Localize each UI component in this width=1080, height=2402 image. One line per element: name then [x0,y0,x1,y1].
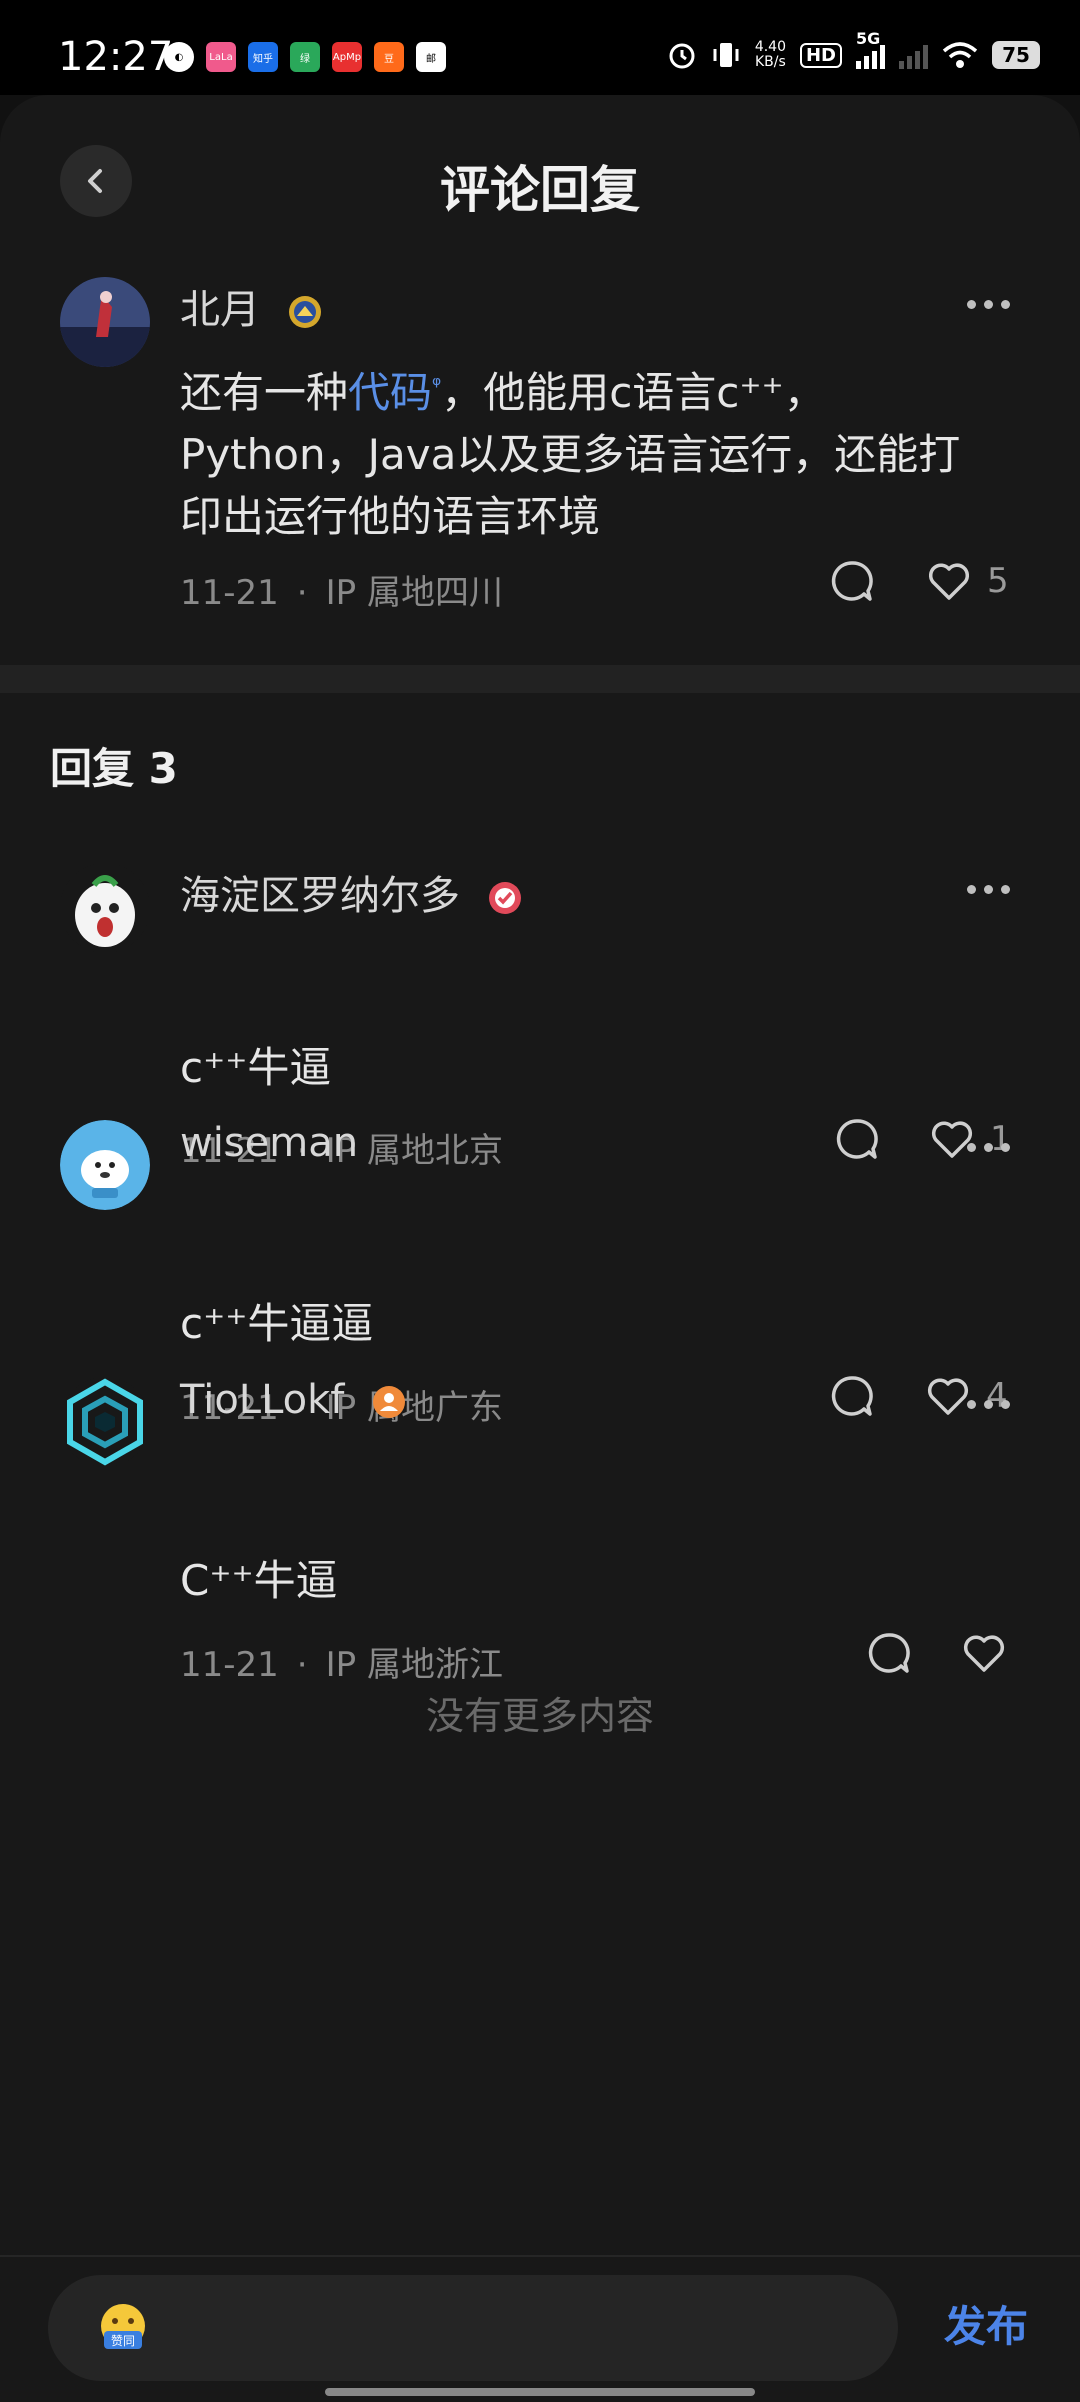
more-options-button[interactable] [967,1400,1010,1409]
reply-text: c⁺⁺牛逼 [180,1043,332,1092]
signal-5g: 5G [856,29,885,69]
comment-reply-sheet: 评论回复 北月 还有一种代码ᵠ，他能用c语言c⁺⁺， Python，Java以及… [0,95,1080,2400]
avatar[interactable] [60,1377,150,1467]
reply-button[interactable] [865,1629,913,1677]
status-app-icons: ◐ LaLa 知乎 绿 ApMp 豆 邮 [164,42,446,72]
comment-icon [836,1119,878,1159]
avatar-image [60,1120,150,1210]
app-icon: LaLa [206,42,236,72]
comment-date: 11-21 [180,573,279,613]
username[interactable]: TioLLokf [180,1377,407,1423]
avatar[interactable] [60,277,150,367]
battery-icon: 75 [992,41,1040,69]
comment-icon [831,561,873,601]
app-icon: 绿 [290,42,320,72]
like-count: 1 [990,1119,1012,1159]
status-bar: 12:27 ◐ LaLa 知乎 绿 ApMp 豆 邮 4.40 KB/s HD … [0,0,1080,95]
heart-icon [963,1635,1005,1672]
alarm-icon [669,43,695,69]
like-count: 4 [986,1376,1008,1416]
heart-icon [928,563,970,600]
reply-ip: IP 属地浙江 [325,1645,503,1685]
hd-badge: HD [799,42,842,68]
level-badge-icon [288,296,321,328]
network-type: 5G [856,29,881,48]
username-text: 海淀区罗纳尔多 [180,873,460,919]
reply-text: C⁺⁺牛逼 [180,1556,338,1605]
comment-text: 还有一种代码ᵠ，他能用c语言c⁺⁺， Python，Java以及更多语言运行，还… [180,355,960,548]
section-divider [0,665,1080,693]
verified-badge-icon [488,882,521,914]
net-speed-unit: KB/s [755,54,786,70]
like-count: 5 [987,561,1009,601]
thumbs-emoji-icon: 赞同 [101,2304,145,2349]
wifi-icon [942,42,978,68]
reply-button[interactable] [833,1115,881,1163]
comment-text-part: 还有一种 [180,368,349,417]
heart-icon [927,1378,969,1415]
net-speed: 4.40 KB/s [755,40,786,70]
username[interactable]: 北月 [180,277,323,335]
comment-ip: IP 属地四川 [325,573,503,613]
emoji-label: 赞同 [111,2334,135,2348]
username-text: TioLLokf [180,1377,345,1423]
app-icon: ApMp [332,42,362,72]
more-options-button[interactable] [967,1143,1010,1152]
status-time: 12:27 [58,34,174,80]
app-icon: 知乎 [248,42,278,72]
avatar-image [60,863,150,953]
avatar-image [60,277,150,367]
like-button[interactable]: 4 [924,1372,1008,1420]
comment-icon [868,1633,910,1673]
status-indicators: 4.40 KB/s HD 5G 75 [667,29,1040,70]
heart-icon [931,1121,973,1158]
page-title: 评论回复 [440,161,640,219]
emoji-button[interactable]: 赞同 [96,2301,150,2355]
publish-button[interactable]: 发布 [944,2293,1028,2354]
username[interactable]: wiseman [180,1120,358,1166]
avatar[interactable] [60,863,150,953]
like-button[interactable]: 1 [928,1115,1012,1163]
app-icon: 豆 [374,42,404,72]
app-icon: ◐ [164,42,194,72]
comment-line-1: 还有一种代码ᵠ，他能用c语言c⁺⁺， [180,355,960,424]
reply-meta: 11-21 · IP 属地浙江 [180,1645,503,1685]
avatar-image [60,1377,150,1467]
code-link[interactable]: 代码 [348,368,432,417]
username[interactable]: 海淀区罗纳尔多 [180,863,523,921]
comment-text-part: ，他能用c语言c⁺⁺， [441,368,826,417]
bottom-input-bar: 赞同 发布 [0,2255,1080,2402]
more-options-button[interactable] [967,885,1010,894]
mail-icon: 邮 [416,42,446,72]
net-speed-value: 4.40 [754,39,786,55]
vibrate-icon [713,43,739,67]
avatar[interactable] [60,1120,150,1210]
signal-icon-secondary [899,41,928,69]
comment-meta: 11-21 · IP 属地四川 [180,573,503,613]
reply-text: c⁺⁺牛逼逼 [180,1299,374,1348]
reply-date: 11-21 [180,1645,279,1685]
comment-icon [831,1376,873,1416]
reply-input[interactable]: 赞同 [48,2275,898,2381]
search-icon[interactable]: ᵠ [432,373,441,398]
reply-button[interactable] [828,1372,876,1420]
like-button[interactable] [960,1629,1008,1677]
more-options-button[interactable] [967,300,1010,309]
like-button[interactable]: 5 [925,557,1009,605]
username-text: 北月 [180,287,260,333]
no-more-content: 没有更多内容 [425,1694,654,1738]
replies-count-title: 回复 3 [50,744,178,793]
comment-line-2: Python，Java以及更多语言运行，还能打 [180,430,961,479]
home-indicator[interactable] [325,2388,755,2396]
reply-button[interactable] [828,557,876,605]
comment-line-3: 印出运行他的语言环境 [180,492,601,541]
creator-badge-icon [373,1386,406,1418]
